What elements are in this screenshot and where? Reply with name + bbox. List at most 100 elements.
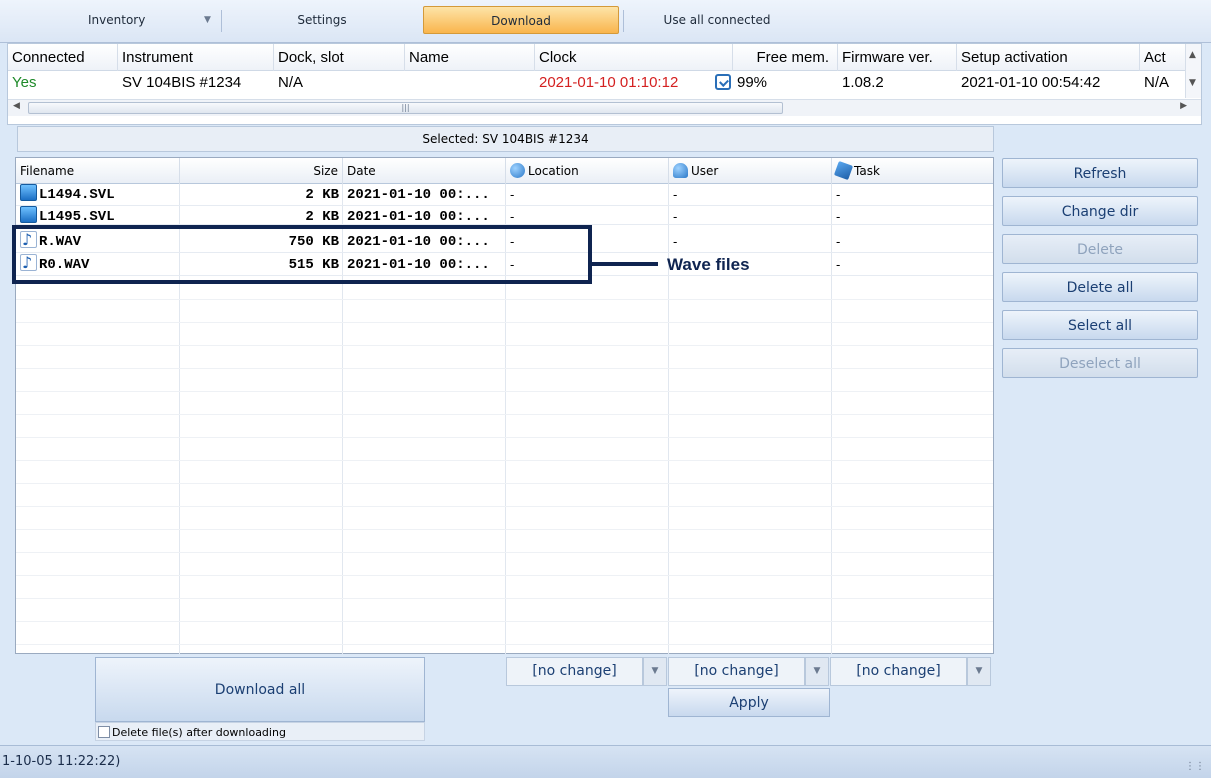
status-text: 1-10-05 11:22:22) — [2, 754, 121, 769]
download-all-button[interactable]: Download all — [95, 657, 425, 722]
deselect-all-button[interactable]: Deselect all — [1002, 348, 1198, 378]
grid-row-line — [16, 345, 993, 346]
svl-file-icon — [20, 206, 37, 223]
chevron-down-icon[interactable]: ▼ — [805, 657, 829, 686]
change-dir-button[interactable]: Change dir — [1002, 196, 1198, 226]
task-cell: - — [836, 257, 841, 272]
task-cell: - — [836, 234, 841, 249]
firmware-value: 1.08.2 — [842, 74, 884, 91]
act-value: N/A — [1144, 74, 1170, 91]
col-dock-slot[interactable]: Dock, slot — [274, 44, 405, 71]
download-tab[interactable]: Download — [423, 6, 619, 34]
delete-after-checkbox[interactable] — [98, 726, 110, 738]
chevron-down-icon[interactable]: ▼ — [643, 657, 667, 686]
refresh-button[interactable]: Refresh — [1002, 158, 1198, 188]
status-bar: 1-10-05 11:22:22) ⋮⋮ — [0, 745, 1211, 778]
delete-all-button[interactable]: Delete all — [1002, 272, 1198, 302]
chevron-down-icon[interactable]: ▼ — [967, 657, 991, 686]
free-mem-value: 99% — [737, 74, 768, 91]
grid-row-line — [16, 322, 993, 323]
col-filename[interactable]: Filename — [16, 158, 180, 184]
date-cell: 2021-01-10 00:... — [347, 187, 490, 203]
use-all-connected-button[interactable]: Use all connected — [622, 6, 812, 34]
size-cell: 2 KB — [305, 209, 339, 225]
hscroll-thumb[interactable]: ||| — [28, 102, 783, 114]
instruments-grid[interactable]: Connected Instrument Dock, slot Name Clo… — [7, 43, 1202, 125]
user-cell: - — [673, 209, 678, 224]
clock-icon[interactable] — [707, 71, 733, 95]
instrument-row[interactable]: Yes SV 104BIS #1234 N/A 2021-01-10 01:10… — [8, 71, 1188, 95]
col-date[interactable]: Date — [343, 158, 506, 184]
grid-row-line — [16, 368, 993, 369]
location-cell: - — [510, 209, 515, 224]
grid-row-line — [16, 575, 993, 576]
col-act[interactable]: Act — [1140, 44, 1188, 71]
apply-button[interactable]: Apply — [668, 688, 830, 717]
col-setup-activation[interactable]: Setup activation — [957, 44, 1140, 71]
settings-tab[interactable]: Settings — [222, 6, 422, 34]
files-header: Filename Size Date Location User Task — [16, 158, 993, 184]
col-firmware[interactable]: Firmware ver. — [838, 44, 957, 71]
col-size[interactable]: Size — [180, 158, 343, 184]
grid-row-line — [16, 460, 993, 461]
annotation-label: Wave files — [667, 255, 750, 274]
grid-row-line — [16, 414, 993, 415]
delete-after-download-option[interactable]: Delete file(s) after downloading — [95, 722, 425, 741]
user-combo[interactable]: [no change] — [668, 657, 805, 686]
instruments-vscroll[interactable]: ▲ ▼ — [1185, 44, 1201, 98]
grid-row-line — [16, 529, 993, 530]
col-clock[interactable]: Clock — [535, 44, 733, 71]
resize-grip-icon[interactable]: ⋮⋮ — [1185, 761, 1205, 772]
chevron-down-icon[interactable]: ▼ — [204, 6, 211, 34]
delete-button[interactable]: Delete — [1002, 234, 1198, 264]
grid-row-line — [16, 299, 993, 300]
user-cell: - — [673, 187, 678, 202]
file-row[interactable]: L1495.SVL 2 KB 2021-01-10 00:... - - - — [16, 206, 993, 225]
dock-value: N/A — [278, 74, 304, 91]
inventory-label: Inventory — [88, 13, 146, 27]
inventory-tab[interactable]: Inventory ▼ — [58, 6, 223, 34]
location-combo[interactable]: [no change] — [506, 657, 643, 686]
scroll-left-icon[interactable]: ◀ — [13, 101, 20, 111]
grid-row-line — [16, 598, 993, 599]
filename-cell: L1494.SVL — [16, 184, 180, 206]
col-connected[interactable]: Connected — [8, 44, 118, 71]
filename: L1494.SVL — [39, 187, 115, 203]
filename-cell: L1495.SVL — [16, 206, 180, 225]
scroll-down-icon[interactable]: ▼ — [1189, 78, 1196, 88]
task-cell: - — [836, 209, 841, 224]
connected-value: Yes — [12, 74, 37, 91]
user-cell: - — [673, 234, 678, 249]
col-instrument[interactable]: Instrument — [118, 44, 274, 71]
col-task[interactable]: Task — [832, 158, 993, 184]
task-cell: - — [836, 187, 841, 202]
svl-file-icon — [20, 184, 37, 201]
date-cell: 2021-01-10 00:... — [347, 209, 490, 225]
col-free-mem[interactable]: Free mem. — [733, 44, 838, 71]
instruments-hscroll[interactable]: ◀ ||| ▶ — [8, 99, 1201, 116]
scroll-right-icon[interactable]: ▶ — [1180, 101, 1187, 111]
col-user-label: User — [691, 164, 719, 178]
selected-instrument-banner: Selected: SV 104BIS #1234 — [17, 126, 994, 152]
setup-activation-value: 2021-01-10 00:54:42 — [961, 74, 1101, 91]
select-all-button[interactable]: Select all — [1002, 310, 1198, 340]
annotation-connector — [592, 262, 658, 266]
globe-icon — [510, 163, 525, 178]
task-combo[interactable]: [no change] — [830, 657, 967, 686]
file-row[interactable]: L1494.SVL 2 KB 2021-01-10 00:... - - - — [16, 184, 993, 206]
grid-row-line — [16, 506, 993, 507]
grid-row-line — [16, 552, 993, 553]
scroll-up-icon[interactable]: ▲ — [1189, 50, 1196, 60]
filename: L1495.SVL — [39, 209, 115, 225]
col-location-label: Location — [528, 164, 579, 178]
col-user[interactable]: User — [669, 158, 832, 184]
instrument-value: SV 104BIS #1234 — [122, 74, 242, 91]
task-icon — [833, 160, 854, 181]
name-value — [405, 71, 535, 95]
grid-row-line — [16, 483, 993, 484]
location-cell: - — [510, 187, 515, 202]
col-name[interactable]: Name — [405, 44, 535, 71]
grid-row-line — [16, 621, 993, 622]
col-location[interactable]: Location — [506, 158, 669, 184]
delete-after-label: Delete file(s) after downloading — [112, 726, 286, 739]
